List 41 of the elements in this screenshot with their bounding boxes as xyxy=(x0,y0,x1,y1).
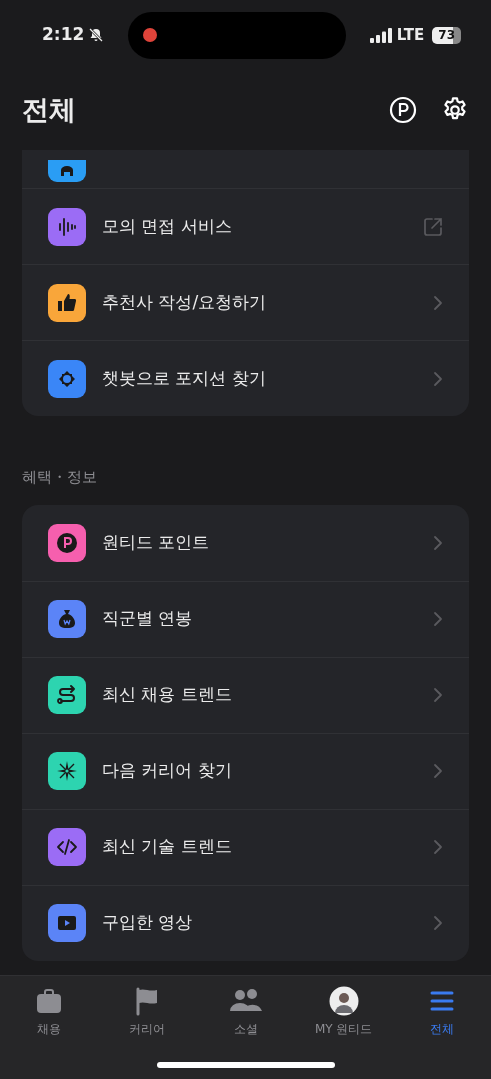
muted-bell-icon xyxy=(88,27,105,43)
chevron-right-icon xyxy=(433,839,443,855)
chevron-right-icon xyxy=(433,687,443,703)
tab-bar-item[interactable]: 소셜 xyxy=(196,986,295,1038)
page-title: 전체 xyxy=(22,93,76,127)
menu-item[interactable]: 모의 면접 서비스 xyxy=(22,188,469,264)
points-button[interactable] xyxy=(389,96,417,124)
section-title: 혜택・정보 xyxy=(22,467,98,488)
compass-star-tile-icon xyxy=(48,752,86,790)
clock-time: 2:12 xyxy=(42,23,85,47)
external-link-icon xyxy=(423,216,443,237)
menu-item[interactable]: 최신 기술 트렌드 xyxy=(22,808,469,885)
menu-item[interactable]: 구입한 영상 xyxy=(22,884,469,961)
video-play-tile-icon xyxy=(48,904,86,942)
battery-indicator: 73 xyxy=(432,26,461,44)
avatar-icon xyxy=(328,986,359,1016)
signal-icon xyxy=(369,27,393,43)
chevron-right-icon xyxy=(433,763,443,779)
route-tile-icon xyxy=(48,676,86,714)
menu-item[interactable]: 다음 커리어 찾기 xyxy=(22,732,469,809)
chevron-right-icon xyxy=(433,915,443,931)
tab-bar-item[interactable]: 전체 xyxy=(392,986,491,1038)
code-tile-icon xyxy=(48,828,86,866)
menu-item[interactable]: 원티드 포인트 xyxy=(22,504,469,581)
recording-dot xyxy=(143,28,157,42)
chevron-right-icon xyxy=(433,534,443,551)
menu-item[interactable]: 최신 채용 트렌드 xyxy=(22,656,469,733)
menu-item[interactable]: 추천사 작성/요청하기 xyxy=(22,264,469,340)
chevron-right-icon xyxy=(433,611,443,627)
tab-bar-item[interactable]: MY 원티드 xyxy=(294,986,393,1038)
tab-bar-item[interactable]: 커리어 xyxy=(98,986,197,1038)
waveform-tile-icon xyxy=(48,207,86,246)
menu-item[interactable]: 직군별 연봉 xyxy=(22,580,469,657)
chevron-right-icon xyxy=(433,294,443,311)
chevron-right-icon xyxy=(433,370,443,387)
money-bag-tile-icon xyxy=(48,600,86,638)
point-coin-tile-icon xyxy=(48,523,86,562)
menu-item[interactable]: 챗봇으로 포지션 찾기 xyxy=(22,340,469,416)
tab-bar-item[interactable]: 채용 xyxy=(0,986,99,1038)
network-label: LTE xyxy=(396,24,425,46)
thumbs-up-tile-icon xyxy=(48,283,86,322)
